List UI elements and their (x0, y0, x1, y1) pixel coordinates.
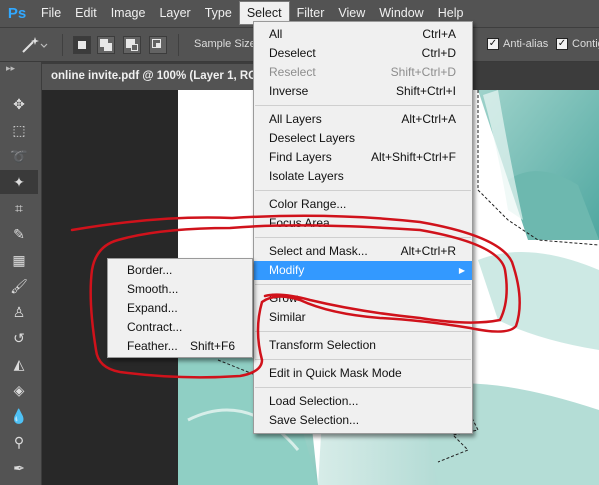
select-menu-dropdown: All Ctrl+A Deselect Ctrl+D Reselect Shift+Ctr… (253, 21, 473, 434)
contiguous-label: Contig (572, 38, 599, 50)
menu-item-label: Select and Mask... (269, 244, 368, 258)
menu-item-label: Edit in Quick Mask Mode (269, 366, 402, 380)
anti-alias-checkbox[interactable]: ✓ (487, 38, 499, 50)
history-brush-icon[interactable]: ↺ (0, 326, 38, 350)
menu-item-shortcut: Shift+F6 (189, 339, 235, 353)
select-menu-item-select-and-mask[interactable]: Select and Mask... Alt+Ctrl+R (254, 242, 472, 261)
menu-item-label: Color Range... (269, 197, 347, 211)
select-menu-item-similar[interactable]: Similar (254, 308, 472, 327)
new-selection-button[interactable] (73, 36, 91, 54)
menu-item-label: Focus Area... (269, 216, 340, 230)
menu-separator (255, 387, 471, 388)
blur-icon[interactable]: 💧 (0, 404, 38, 428)
menu-item-label: Transform Selection (269, 338, 376, 352)
menu-item-shortcut: Shift+Ctrl+I (395, 84, 456, 98)
menu-item-label: All Layers (269, 112, 322, 126)
move-icon[interactable]: ✥ (0, 92, 38, 116)
menu-item-label: Expand... (127, 301, 178, 315)
subtract-from-selection-button[interactable] (123, 36, 141, 54)
menu-item-shortcut: Alt+Shift+Ctrl+F (370, 150, 456, 164)
select-menu-item-transform-selection[interactable]: Transform Selection (254, 336, 472, 355)
menu-separator (255, 331, 471, 332)
crop-icon[interactable]: ⌗ (0, 196, 38, 220)
menu-separator (255, 190, 471, 191)
pen-icon[interactable]: ✒ (0, 456, 38, 480)
modify-item-smooth[interactable]: Smooth... (108, 280, 252, 299)
clone-stamp-icon[interactable]: ♙ (0, 300, 38, 324)
menu-item-label: Deselect Layers (269, 131, 356, 145)
menu-item-label: Similar (269, 310, 306, 324)
brush-icon[interactable]: 🖌 (0, 274, 38, 298)
lasso-icon[interactable]: ➰ (0, 144, 38, 168)
document-tab[interactable]: online invite.pdf @ 100% (Layer 1, RGB (42, 64, 254, 90)
select-menu-item-focus-area[interactable]: Focus Area... (254, 214, 472, 233)
select-menu-item-isolate-layers[interactable]: Isolate Layers (254, 167, 472, 186)
select-menu-item-all-layers[interactable]: All Layers Alt+Ctrl+A (254, 110, 472, 129)
menu-item-label: Save Selection... (269, 413, 360, 427)
tools-panel: ▸▸ ✥ ⬚ ➰ ✦ ⌗ ✎ ▦ 🖌 ♙ ↺ ◭ ◈ 💧 ⚲ ✒ (0, 62, 42, 485)
menu-file[interactable]: File (34, 0, 68, 27)
submenu-arrow-icon: ▶ (458, 266, 465, 275)
paint-bucket-icon[interactable]: ◈ (0, 378, 38, 402)
menu-item-shortcut: Alt+Ctrl+A (401, 112, 456, 126)
healing-brush-icon[interactable]: ▦ (0, 248, 38, 272)
select-menu-item-deselect[interactable]: Deselect Ctrl+D (254, 44, 472, 63)
menu-item-label: Modify (269, 263, 305, 277)
menu-item-label: Smooth... (127, 282, 179, 296)
menu-item-shortcut: Ctrl+A (422, 27, 456, 41)
menu-item-label: Grow (269, 291, 298, 305)
menu-item-shortcut: Alt+Ctrl+R (400, 244, 456, 258)
modify-item-border[interactable]: Border... (108, 261, 252, 280)
menu-separator (255, 284, 471, 285)
menu-item-label: Feather... (127, 339, 178, 353)
select-menu-item-grow[interactable]: Grow (254, 289, 472, 308)
select-menu-item-all[interactable]: All Ctrl+A (254, 25, 472, 44)
magic-wand-tool-preset-icon[interactable] (20, 35, 50, 55)
select-menu-item-reselect[interactable]: Reselect Shift+Ctrl+D (254, 63, 472, 82)
magic-wand-icon[interactable]: ✦ (0, 170, 38, 194)
eyedropper-icon[interactable]: ✎ (0, 222, 38, 246)
sample-size-label: Sample Size: (194, 38, 259, 50)
menu-separator (255, 237, 471, 238)
marquee-icon[interactable]: ⬚ (0, 118, 38, 142)
menu-separator (255, 359, 471, 360)
select-menu-item-load-selection[interactable]: Load Selection... (254, 392, 472, 411)
menu-item-label: Reselect (269, 65, 316, 79)
dodge-icon[interactable]: ⚲ (0, 430, 38, 454)
select-menu-item-find-layers[interactable]: Find Layers Alt+Shift+Ctrl+F (254, 148, 472, 167)
menu-layer[interactable]: Layer (152, 0, 197, 27)
menu-item-label: Inverse (269, 84, 309, 98)
select-menu-item-save-selection[interactable]: Save Selection... (254, 411, 472, 430)
select-menu-item-color-range[interactable]: Color Range... (254, 195, 472, 214)
modify-submenu: Border... Smooth... Expand... Contract... Fe… (107, 258, 253, 358)
modify-item-feather[interactable]: Feather... Shift+F6 (108, 337, 252, 356)
menu-item-label: Find Layers (269, 150, 332, 164)
menu-item-label: Load Selection... (269, 394, 359, 408)
eraser-icon[interactable]: ◭ (0, 352, 38, 376)
menu-item-shortcut: Shift+Ctrl+D (390, 65, 456, 79)
menu-image[interactable]: Image (104, 0, 153, 27)
modify-item-expand[interactable]: Expand... (108, 299, 252, 318)
anti-alias-label: Anti-alias (503, 38, 549, 50)
menu-item-label: Isolate Layers (269, 169, 344, 183)
photoshop-logo: Ps (7, 5, 27, 22)
modify-item-contract[interactable]: Contract... (108, 318, 252, 337)
contiguous-checkbox[interactable]: ✓ (556, 38, 568, 50)
menu-type[interactable]: Type (198, 0, 239, 27)
select-menu-item-inverse[interactable]: Inverse Shift+Ctrl+I (254, 82, 472, 101)
intersect-selection-button[interactable] (149, 36, 167, 54)
select-menu-item-deselect-layers[interactable]: Deselect Layers (254, 129, 472, 148)
select-menu-item-modify[interactable]: Modify ▶ (254, 261, 472, 280)
menu-item-label: Border... (127, 263, 173, 277)
select-menu-item-edit-in-quick-mask-mode[interactable]: Edit in Quick Mask Mode (254, 364, 472, 383)
menu-item-label: Deselect (269, 46, 316, 60)
menu-separator (255, 105, 471, 106)
menu-edit[interactable]: Edit (68, 0, 104, 27)
menu-item-label: All (269, 27, 283, 41)
add-to-selection-button[interactable] (97, 36, 115, 54)
menu-item-label: Contract... (127, 320, 183, 334)
panel-collapse-icon[interactable]: ▸▸ (6, 63, 15, 74)
menu-item-shortcut: Ctrl+D (421, 46, 456, 60)
